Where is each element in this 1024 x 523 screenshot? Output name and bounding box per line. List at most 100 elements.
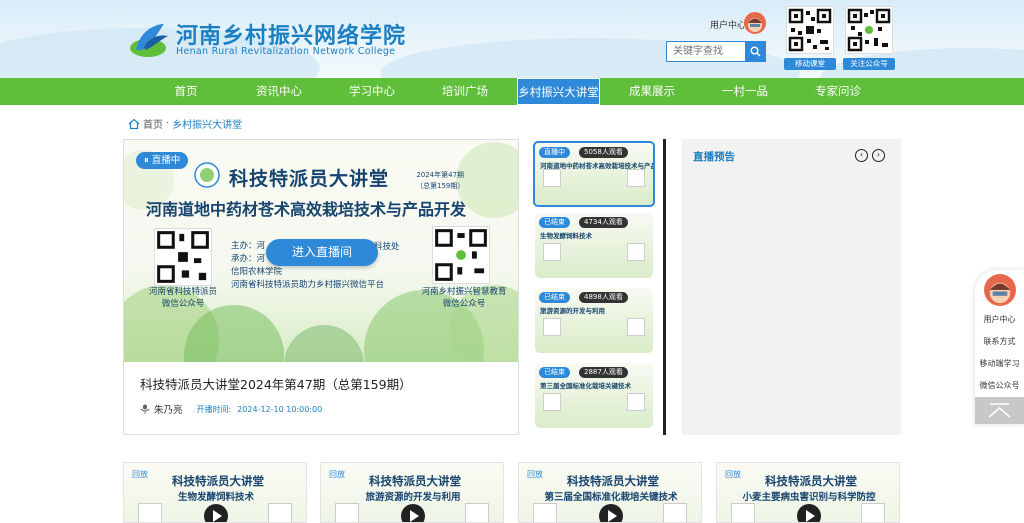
speaker-icon (140, 404, 150, 414)
start-time-label: 开播时间: (196, 404, 232, 414)
replay-card[interactable]: 回放 科技特派员大讲堂 小麦主要病虫害识别与科学防控 (716, 462, 900, 523)
qr-code-icon (731, 503, 755, 522)
status-badge: 已结束 (539, 292, 570, 303)
live-title[interactable]: 科技特派员大讲堂2024年第47期（总第159期） (140, 374, 412, 393)
play-icon[interactable] (401, 504, 425, 522)
breadcrumb-separator: · (166, 118, 170, 129)
card-title: 科技特派员大讲堂 (172, 474, 264, 488)
view-count: 4734人观看 (579, 217, 628, 228)
poster-issue: 2024年第47期 （总第159期） (416, 171, 465, 190)
nav-item-learning[interactable]: 学习中心 (328, 78, 416, 105)
nav-item-expert[interactable]: 专家问诊 (794, 78, 882, 105)
status-badge: 直播中 (539, 147, 570, 158)
replay-card[interactable]: 回放 科技特派员大讲堂 第三届全国标准化栽培关键技术 (518, 462, 702, 523)
live-status-badge: ⏸ 直播中 (136, 152, 189, 169)
main-nav: 首页 资讯中心 学习中心 培训广场 乡村振兴大讲堂 成果展示 一村一品 专家问诊 (0, 78, 1024, 105)
nav-item-one-village[interactable]: 一村一品 (701, 78, 789, 105)
card-subtitle: 生物发酵饲料技术 (177, 492, 254, 503)
back-to-top-button[interactable] (975, 397, 1024, 424)
float-user-center[interactable]: 用户中心 (975, 314, 1024, 325)
nav-item-news[interactable]: 资讯中心 (235, 78, 323, 105)
next-arrow-icon[interactable]: › (872, 149, 885, 162)
play-icon[interactable] (599, 504, 623, 522)
site-subtitle: Henan Rural Revitalization Network Colle… (176, 46, 396, 57)
replay-card[interactable]: 回放 科技特派员大讲堂 生物发酵饲料技术 (123, 462, 307, 523)
card-subtitle: 小麦主要病虫害识别与科学防控 (742, 492, 876, 503)
qr-code-icon (663, 503, 687, 522)
float-mobile-learning[interactable]: 移动端学习 (975, 358, 1024, 369)
preview-title: 直播预告 (693, 151, 735, 163)
qr-code-icon (543, 169, 561, 187)
replay-tag: 回放 (725, 470, 741, 479)
live-icon: ⏸ (144, 155, 152, 166)
user-center-link[interactable]: 用户中心 (710, 18, 746, 31)
float-wechat[interactable]: 微信公众号 (975, 380, 1024, 391)
view-count: 2887人观看 (579, 367, 628, 378)
qr-code-icon (432, 226, 490, 284)
view-count: 5058人观看 (579, 147, 628, 158)
qr-follow-account[interactable]: 关注公众号 (843, 6, 895, 70)
play-icon[interactable] (204, 504, 228, 522)
breadcrumb: 首页 · 乡村振兴大讲堂 (128, 116, 242, 131)
prev-arrow-icon[interactable]: ‹ (855, 149, 868, 162)
replay-tag: 回放 (527, 470, 543, 479)
search-box (666, 41, 766, 62)
emblem-icon (194, 162, 220, 188)
scroll-divider[interactable] (663, 139, 666, 435)
nav-item-lecture-hall[interactable]: 乡村振兴大讲堂 (517, 78, 600, 105)
live-list-item[interactable]: 直播中 5058人观看 河南道地中药材苍术高效栽培技术与产品开发 (533, 141, 655, 207)
qr-left-caption: 河南省科技特派员 微信公众号 (148, 287, 217, 309)
qr-code-icon (627, 243, 645, 261)
replay-card[interactable]: 回放 科技特派员大讲堂 旅游资源的开发与利用 (320, 462, 504, 523)
item-title: 生物发酵饲料技术 (540, 232, 592, 240)
qr-code-icon (138, 503, 162, 522)
item-title: 第三届全国标准化栽培关键技术 (540, 382, 631, 390)
search-icon (750, 46, 760, 57)
logo-icon[interactable] (128, 18, 172, 62)
floating-sidebar: 用户中心 联系方式 移动端学习 微信公众号 (975, 270, 1024, 424)
qr-mobile-class[interactable]: 移动课堂 (784, 6, 836, 70)
back-to-top-icon (988, 403, 1011, 418)
search-button[interactable] (745, 42, 765, 61)
qr-code-icon (627, 318, 645, 336)
live-main-panel: ⏸ 直播中 科技特派员大讲堂 2024年第47期 （总第159期） 河南道地中药… (123, 139, 519, 435)
qr-right-caption: 河南乡村振兴智慧教育 微信公众号 (421, 287, 507, 309)
card-title: 科技特派员大讲堂 (765, 474, 857, 488)
float-contact[interactable]: 联系方式 (975, 336, 1024, 347)
live-poster[interactable]: ⏸ 直播中 科技特派员大讲堂 2024年第47期 （总第159期） 河南道地中药… (124, 140, 518, 362)
user-avatar[interactable] (744, 12, 766, 34)
card-subtitle: 旅游资源的开发与利用 (365, 492, 461, 503)
qr-caption: 关注公众号 (843, 58, 895, 70)
breadcrumb-home[interactable]: 首页 (143, 116, 163, 131)
breadcrumb-current[interactable]: 乡村振兴大讲堂 (172, 116, 242, 131)
live-list-item[interactable]: 已结束 4734人观看 生物发酵饲料技术 (535, 213, 653, 278)
nav-item-training[interactable]: 培训广场 (421, 78, 509, 105)
card-title: 科技特派员大讲堂 (369, 474, 461, 488)
qr-code-icon (845, 6, 893, 54)
replay-tag: 回放 (132, 470, 148, 479)
search-input[interactable] (667, 42, 745, 61)
card-subtitle: 第三届全国标准化栽培关键技术 (544, 492, 678, 503)
replay-tag: 回放 (329, 470, 345, 479)
qr-caption: 移动课堂 (784, 58, 836, 70)
avatar-icon (748, 18, 762, 32)
live-list-item[interactable]: 已结束 2887人观看 第三届全国标准化栽培关键技术 (535, 363, 653, 428)
live-list-item[interactable]: 已结束 4898人观看 旅游资源的开发与利用 (535, 288, 653, 353)
nav-item-home[interactable]: 首页 (142, 78, 230, 105)
view-count: 4898人观看 (579, 292, 628, 303)
status-badge: 已结束 (539, 367, 570, 378)
home-icon (128, 118, 140, 129)
qr-code-icon (465, 503, 489, 522)
qr-code-icon (543, 393, 561, 411)
live-list: 直播中 5058人观看 河南道地中药材苍术高效栽培技术与产品开发 已结束 473… (533, 139, 655, 435)
poster-subtitle: 河南道地中药材苍术高效栽培技术与产品开发 (146, 200, 467, 219)
qr-code-icon (268, 503, 292, 522)
qr-code-icon (543, 318, 561, 336)
nav-item-achievements[interactable]: 成果展示 (608, 78, 696, 105)
avatar-icon[interactable] (984, 274, 1016, 306)
qr-code-icon (786, 6, 834, 54)
start-time: 2024-12-10 10:00:00 (237, 404, 323, 414)
play-icon[interactable] (797, 504, 821, 522)
enter-live-room-button[interactable]: 进入直播间 (266, 239, 378, 266)
qr-code-icon (154, 228, 212, 286)
